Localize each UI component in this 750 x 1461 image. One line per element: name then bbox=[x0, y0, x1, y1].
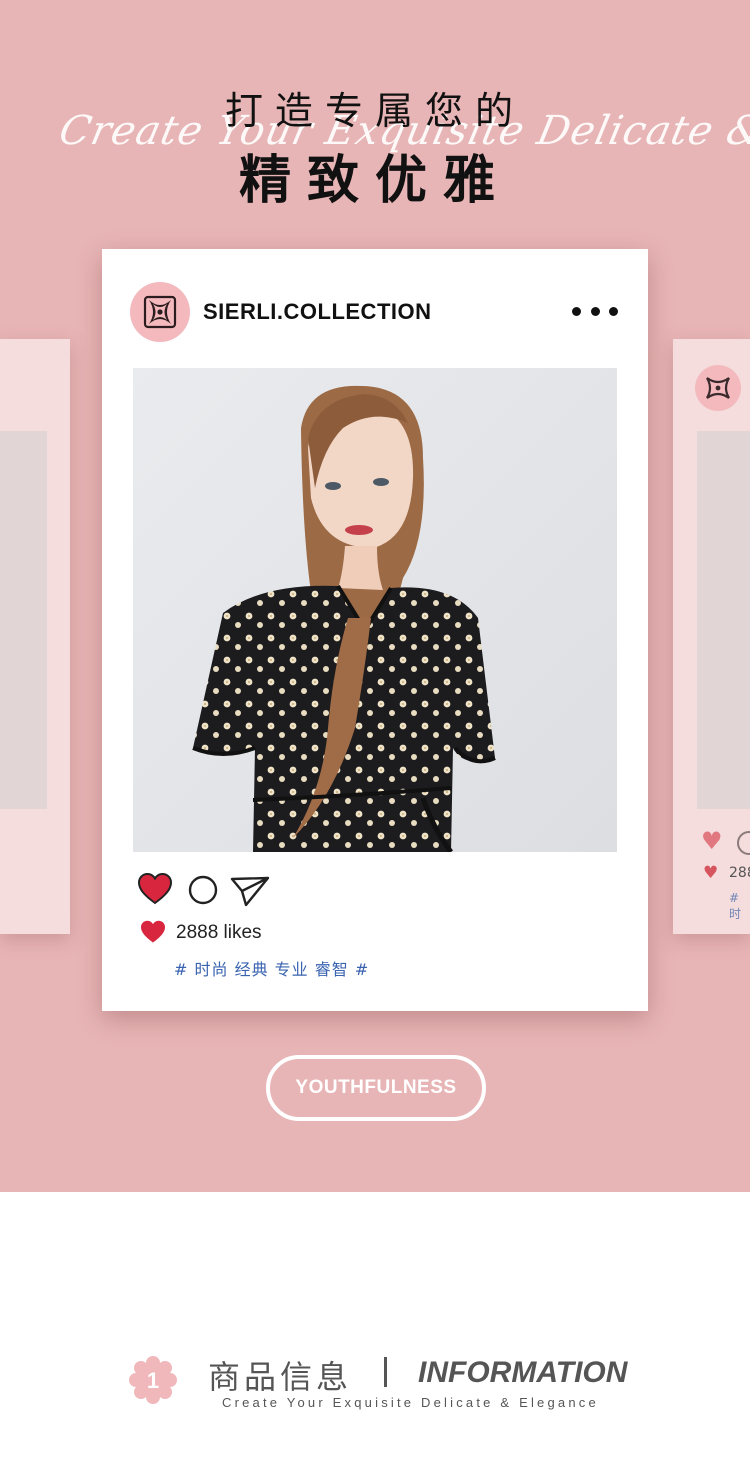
more-horizontal-icon[interactable] bbox=[572, 304, 618, 318]
post-actions bbox=[137, 872, 278, 911]
youthfulness-button[interactable]: YOUTHFULNESS bbox=[266, 1055, 486, 1121]
side-post-tags[interactable]: # 时 bbox=[729, 891, 750, 922]
comment-icon[interactable] bbox=[188, 875, 218, 909]
side-post-card-left[interactable] bbox=[0, 339, 70, 934]
post-photo bbox=[133, 368, 617, 852]
heart-icon[interactable] bbox=[137, 872, 173, 909]
likes-heart-icon: ♥ bbox=[703, 863, 719, 883]
section-number-badge: 1 bbox=[128, 1355, 178, 1405]
section-title-en: INFORMATION bbox=[418, 1356, 628, 1389]
send-icon[interactable] bbox=[230, 875, 270, 911]
section-subtitle: Create Your Exquisite Delicate & Eleganc… bbox=[222, 1395, 599, 1410]
hero-title-line2: 精致优雅 bbox=[238, 151, 511, 211]
model-photo-illustration bbox=[133, 368, 617, 852]
heart-icon[interactable]: ♥ bbox=[701, 827, 723, 855]
likes-count: 2888 likes bbox=[176, 922, 262, 943]
comment-icon[interactable] bbox=[737, 831, 750, 855]
avatar[interactable] bbox=[130, 282, 190, 342]
post-hashtags[interactable]: # 时尚 经典 专业 睿智 # bbox=[174, 956, 369, 980]
side-post-likes: 288 bbox=[729, 865, 750, 881]
side-post-avatar bbox=[695, 365, 741, 411]
youthfulness-label: YOUTHFULNESS bbox=[295, 1077, 457, 1098]
side-post-card-right[interactable]: ♥ ♥ 288 # 时 bbox=[673, 339, 750, 934]
side-post-photo bbox=[0, 431, 47, 809]
section-divider bbox=[384, 1357, 387, 1387]
hero-title-line1: 打造专属您的 bbox=[224, 89, 525, 133]
section-number: 1 bbox=[147, 1368, 159, 1393]
section-title-cn: 商品信息 bbox=[208, 1358, 353, 1396]
likes-heart-icon bbox=[141, 920, 165, 943]
account-handle[interactable]: SIERLI.COLLECTION bbox=[203, 299, 432, 325]
hero-section: Create Your Exquisite Delicate & Eleganc… bbox=[0, 0, 750, 1192]
side-post-photo bbox=[697, 431, 750, 809]
brand-logo-icon bbox=[706, 377, 730, 399]
brand-logo-icon bbox=[143, 295, 177, 329]
post-card: SIERLI.COLLECTION 2888 likes # 时尚 经典 专业 … bbox=[102, 249, 648, 1011]
flower-badge-icon: 1 bbox=[129, 1356, 177, 1404]
